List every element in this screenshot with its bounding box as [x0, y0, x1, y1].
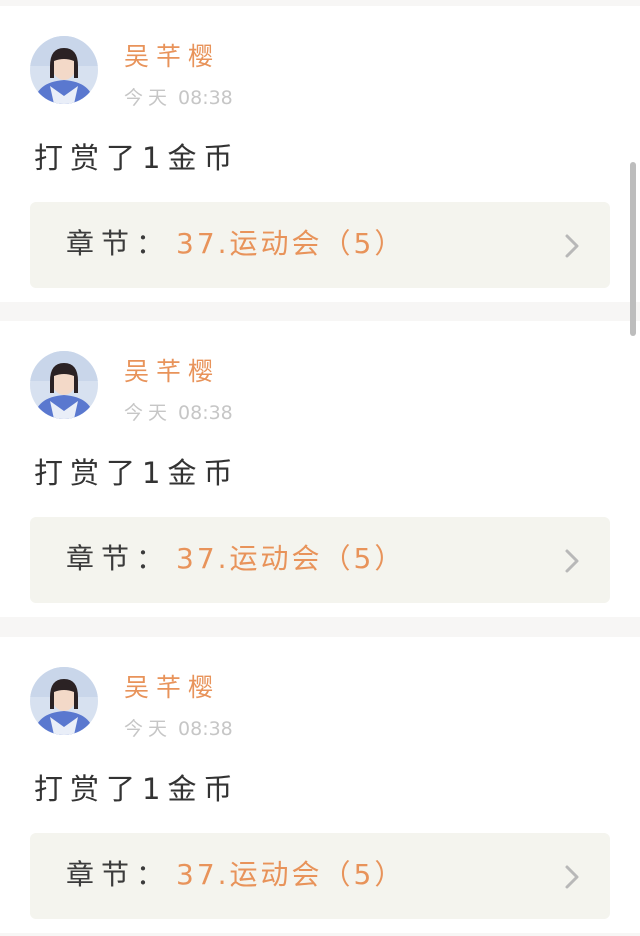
timestamp-time: 08:38	[178, 87, 233, 109]
reward-card: 吴芊樱 今天 08:38 打赏了1金币 章节： 37.运动会（5）	[0, 321, 640, 617]
chapter-title: 37.运动会（5）	[176, 227, 406, 260]
username[interactable]: 吴芊樱	[124, 40, 220, 74]
user-avatar[interactable]	[30, 36, 98, 104]
chevron-right-icon	[565, 234, 579, 258]
scrollbar[interactable]	[630, 162, 636, 336]
chevron-right-icon	[565, 865, 579, 889]
reward-feed: 吴芊樱 今天 08:38 打赏了1金币 章节： 37.运动会（5） 吴芊樱 今天…	[0, 0, 640, 936]
chapter-prefix-label: 章节：	[66, 858, 172, 891]
reward-card: 吴芊樱 今天 08:38 打赏了1金币 章节： 37.运动会（5）	[0, 637, 640, 933]
reward-message: 打赏了1金币	[34, 456, 240, 490]
timestamp: 今天 08:38	[124, 715, 233, 743]
username[interactable]: 吴芊樱	[124, 355, 220, 389]
user-avatar[interactable]	[30, 351, 98, 419]
timestamp-day: 今天	[124, 402, 173, 424]
timestamp-time: 08:38	[178, 718, 233, 740]
reward-message: 打赏了1金币	[34, 772, 240, 806]
chapter-title: 37.运动会（5）	[176, 542, 406, 575]
chapter-link[interactable]: 章节： 37.运动会（5）	[30, 517, 610, 603]
timestamp-time: 08:38	[178, 402, 233, 424]
user-avatar[interactable]	[30, 667, 98, 735]
reward-card: 吴芊樱 今天 08:38 打赏了1金币 章节： 37.运动会（5）	[0, 6, 640, 302]
timestamp: 今天 08:38	[124, 84, 233, 112]
timestamp: 今天 08:38	[124, 399, 233, 427]
reward-message: 打赏了1金币	[34, 141, 240, 175]
chapter-link[interactable]: 章节： 37.运动会（5）	[30, 202, 610, 288]
chapter-title: 37.运动会（5）	[176, 858, 406, 891]
chapter-prefix-label: 章节：	[66, 542, 172, 575]
chevron-right-icon	[565, 549, 579, 573]
username[interactable]: 吴芊樱	[124, 671, 220, 705]
timestamp-day: 今天	[124, 87, 173, 109]
timestamp-day: 今天	[124, 718, 173, 740]
chapter-prefix-label: 章节：	[66, 227, 172, 260]
chapter-link[interactable]: 章节： 37.运动会（5）	[30, 833, 610, 919]
